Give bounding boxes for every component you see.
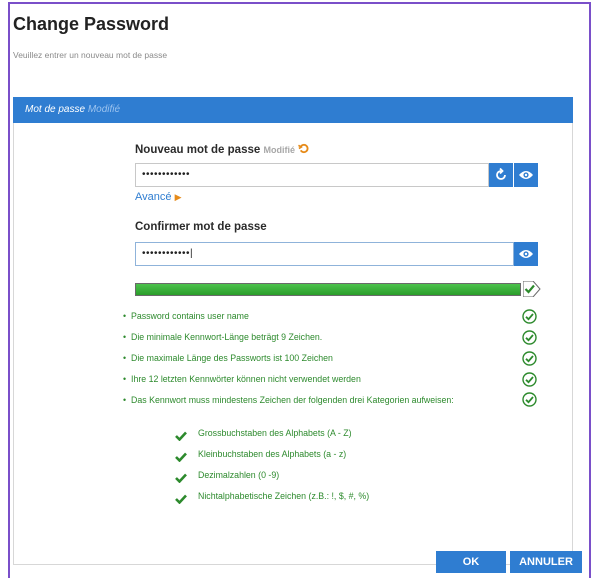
- category-item: Grossbuchstaben des Alphabets (A - Z): [198, 428, 352, 438]
- rule-item: • Die minimale Kennwort-Länge beträgt 9 …: [123, 332, 323, 342]
- dialog-subtitle: Veuillez entrer un nouveau mot de passe: [13, 50, 168, 60]
- confirm-password-label: Confirmer mot de passe: [135, 221, 267, 233]
- triangle-right-icon: ▶: [174, 192, 182, 202]
- check-icon: [175, 470, 187, 488]
- new-password-label: Nouveau mot de passe Modifié: [135, 142, 309, 156]
- check-icon: [175, 428, 187, 446]
- rule-item: • Password contains user name: [123, 311, 249, 321]
- show-new-password-button[interactable]: [514, 163, 538, 187]
- section-header: Mot de passe Modifié: [13, 97, 573, 123]
- dialog-title: Change Password: [13, 14, 170, 34]
- check-icon: [175, 491, 187, 509]
- new-password-status: Modifié: [263, 145, 295, 155]
- rule-item: • Das Kennwort muss mindestens Zeichen d…: [123, 395, 454, 405]
- rule-ok-icon: [522, 372, 537, 387]
- check-icon: [175, 449, 187, 467]
- rule-ok-icon: [522, 392, 537, 407]
- eye-icon: [519, 250, 533, 258]
- generate-password-button[interactable]: [489, 163, 513, 187]
- rule-item: • Ihre 12 letzten Kennwörter können nich…: [123, 374, 361, 384]
- strength-fill: [136, 284, 520, 295]
- category-item: Dezimalzahlen (0 -9): [198, 470, 280, 480]
- rule-item: • Die maximale Länge des Passworts ist 1…: [123, 353, 333, 363]
- eye-icon: [519, 171, 533, 179]
- new-password-input[interactable]: ••••••••••••: [135, 163, 489, 187]
- advanced-toggle[interactable]: Avancé ▶: [135, 191, 181, 203]
- category-item: Nichtalphabetische Zeichen (z.B.: !, $, …: [198, 491, 370, 501]
- ok-button[interactable]: OK: [436, 551, 506, 573]
- undo-icon[interactable]: [298, 142, 309, 156]
- section-status: Modifié: [87, 104, 121, 115]
- password-strength-meter: [135, 283, 521, 296]
- rule-ok-icon: [522, 351, 537, 366]
- strength-check-icon: [522, 280, 541, 302]
- rule-ok-icon: [522, 309, 537, 324]
- show-confirm-password-button[interactable]: [514, 242, 538, 266]
- confirm-password-input[interactable]: ••••••••••••|: [135, 242, 514, 266]
- rule-ok-icon: [522, 330, 537, 345]
- category-item: Kleinbuchstaben des Alphabets (a - z): [198, 449, 347, 459]
- refresh-icon: [496, 168, 506, 180]
- cancel-button[interactable]: ANNULER: [510, 551, 582, 573]
- section-title: Mot de passe: [25, 104, 86, 115]
